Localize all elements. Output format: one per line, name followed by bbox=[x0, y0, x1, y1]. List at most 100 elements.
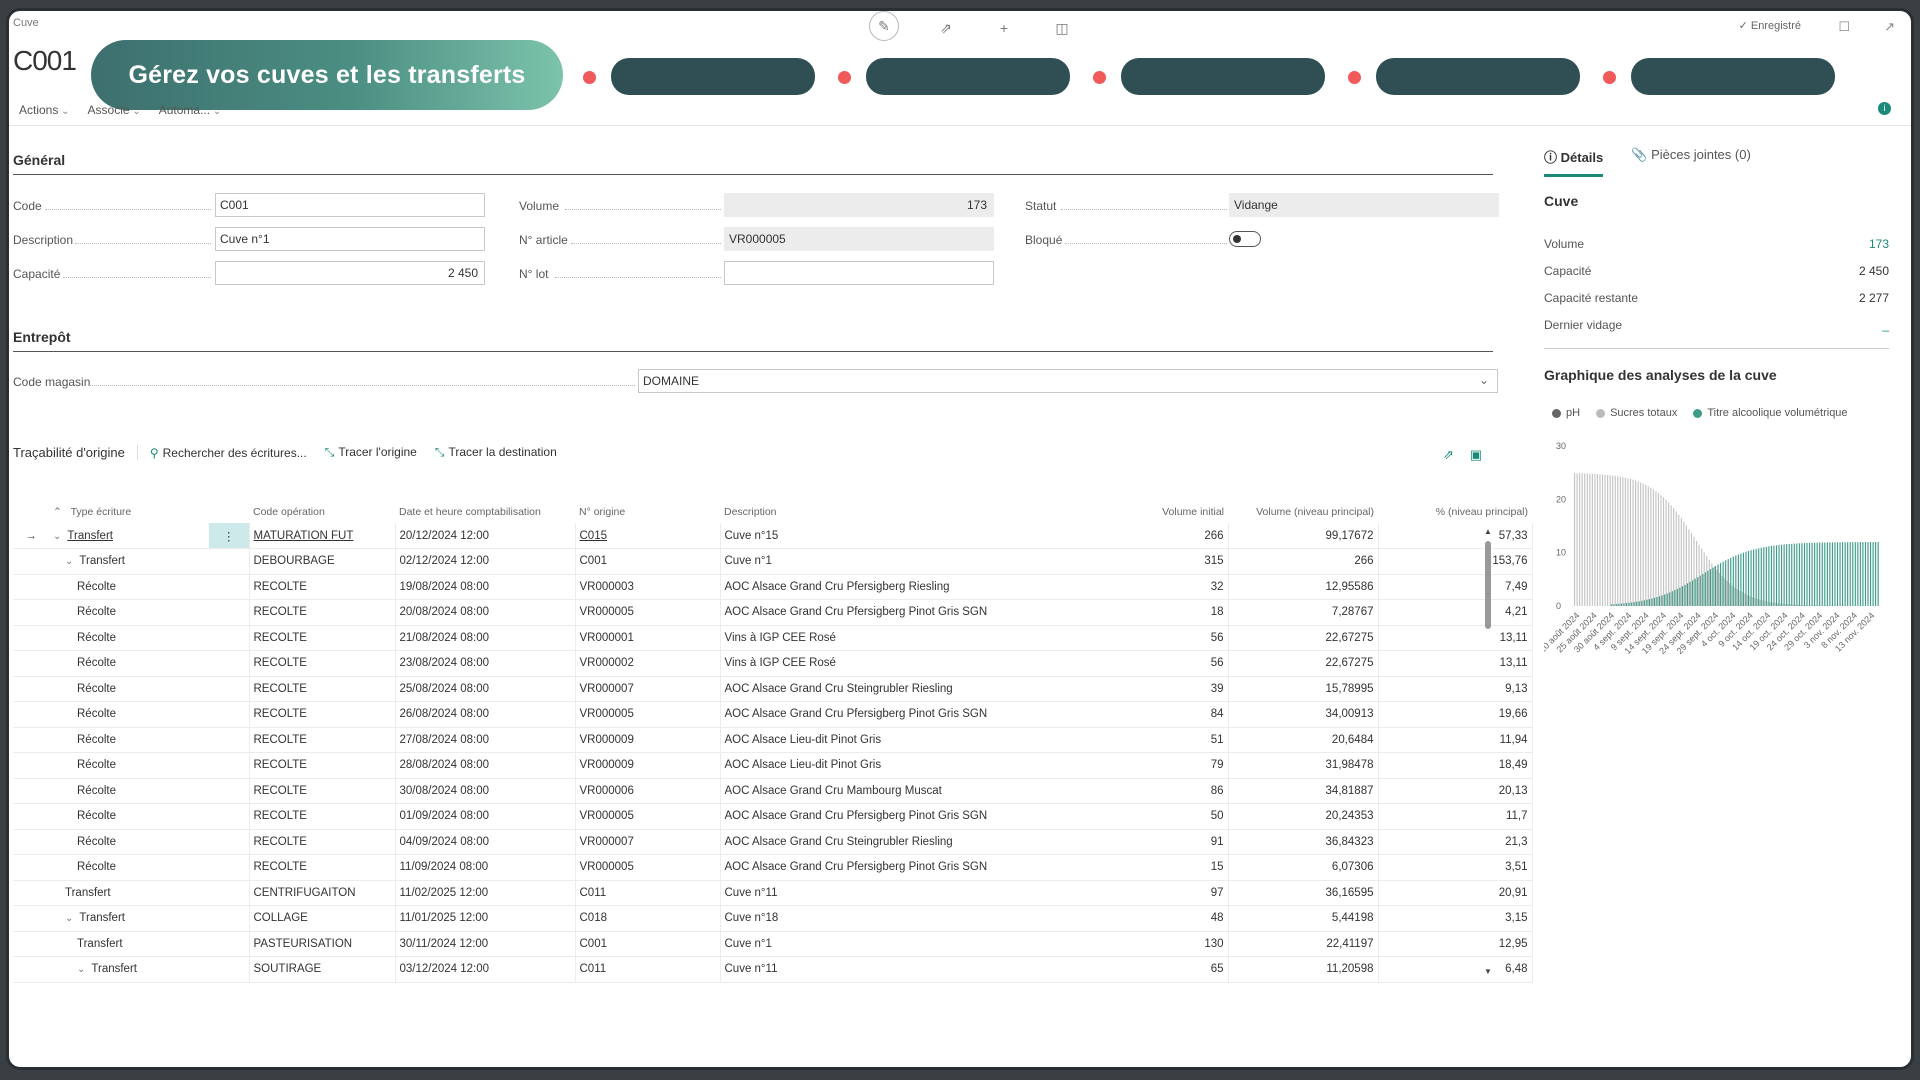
table-row[interactable]: Récolte RECOLTE 28/08/2024 08:00 VR000009 AO… bbox=[13, 752, 1533, 779]
table-row[interactable]: Récolte RECOLTE 30/08/2024 08:00 VR000006 AO… bbox=[13, 778, 1533, 804]
sugar-bar bbox=[1673, 508, 1675, 606]
cell-type[interactable]: Récolte bbox=[49, 752, 209, 779]
scroll-up-icon[interactable]: ▲ bbox=[1484, 527, 1492, 536]
table-row[interactable]: Récolte RECOLTE 01/09/2024 08:00 VR000005 AO… bbox=[13, 803, 1533, 830]
cell-spacer bbox=[209, 548, 249, 575]
cell-origin: VR000001 bbox=[574, 625, 720, 651]
table-row[interactable]: Récolte RECOLTE 19/08/2024 08:00 VR000003 AO… bbox=[13, 574, 1533, 600]
trace-destination-button[interactable]: ⤡ Tracer la destination bbox=[435, 445, 557, 460]
cell-type[interactable]: Transfert bbox=[49, 931, 209, 957]
column-header[interactable]: N° origine bbox=[575, 501, 720, 523]
tab-attachments[interactable]: 📎 Pièces jointes (0) bbox=[1631, 147, 1751, 177]
column-header[interactable]: Code opération bbox=[249, 501, 395, 523]
cell-type[interactable]: Récolte bbox=[49, 701, 209, 728]
expand-icon[interactable]: ▣ bbox=[1470, 447, 1482, 463]
cell-type[interactable]: Récolte bbox=[49, 676, 209, 702]
chevron-down-icon[interactable]: ⌄ bbox=[53, 531, 61, 542]
legend-item[interactable]: Sucres totaux bbox=[1596, 407, 1677, 419]
cell-origin[interactable]: C015 bbox=[574, 523, 720, 549]
cell-type[interactable]: ⌄ Transfert bbox=[49, 548, 209, 575]
cell-type[interactable]: Récolte bbox=[49, 599, 209, 626]
column-header[interactable]: Volume initial bbox=[1088, 501, 1228, 523]
collapse-icon[interactable]: ↗ bbox=[1884, 19, 1895, 35]
scrollbar-thumb[interactable] bbox=[1485, 541, 1491, 629]
cell-type[interactable]: Récolte bbox=[49, 854, 209, 881]
code-field[interactable]: C001 bbox=[215, 193, 485, 217]
table-row[interactable]: Transfert PASTEURISATION 30/11/2024 12:00 C… bbox=[13, 931, 1533, 957]
table-row[interactable]: ⌄ Transfert SOUTIRAGE 03/12/2024 12:00 C011 C… bbox=[13, 956, 1533, 983]
automate-menu[interactable]: Automa... bbox=[159, 103, 222, 117]
table-row[interactable]: Récolte RECOLTE 23/08/2024 08:00 VR000002 Vi… bbox=[13, 650, 1533, 677]
cell-type[interactable]: Récolte bbox=[49, 829, 209, 855]
capacite-field[interactable]: 2 450 bbox=[215, 261, 485, 285]
table-row[interactable]: → ⌄ Transfert ⋮ MATURATION FUT 20/12/2024 12:… bbox=[13, 523, 1533, 549]
scroll-down-icon[interactable]: ▼ bbox=[1484, 967, 1492, 976]
fact-value[interactable]: 173 bbox=[1869, 237, 1889, 251]
fact-value[interactable]: _ bbox=[1882, 318, 1889, 332]
abv-bar bbox=[1643, 600, 1645, 606]
table-row[interactable]: Récolte RECOLTE 11/09/2024 08:00 VR000005 AO… bbox=[13, 854, 1533, 881]
add-icon[interactable]: + bbox=[993, 17, 1015, 39]
cell-volume: 266 bbox=[1228, 548, 1379, 575]
sugar-bar bbox=[1706, 556, 1708, 606]
table-row[interactable]: Récolte RECOLTE 04/09/2024 08:00 VR000007 AO… bbox=[13, 829, 1533, 855]
cell-type[interactable]: ⌄ Transfert bbox=[49, 905, 209, 932]
cell-type[interactable]: ⌄ Transfert bbox=[49, 956, 209, 983]
cell-volume: 31,98478 bbox=[1228, 752, 1379, 779]
code-magasin-select[interactable]: DOMAINE ⌄ bbox=[638, 369, 1498, 393]
table-row[interactable]: ⌄ Transfert DEBOURBAGE 02/12/2024 12:00 C001… bbox=[13, 548, 1533, 575]
legend-item[interactable]: pH bbox=[1552, 407, 1580, 419]
associe-menu[interactable]: Associé bbox=[88, 103, 141, 117]
cell-type[interactable]: Récolte bbox=[49, 727, 209, 753]
info-icon[interactable]: i bbox=[1878, 102, 1891, 115]
edit-icon[interactable]: ✎ bbox=[869, 11, 899, 41]
description-field[interactable]: Cuve n°1 bbox=[215, 227, 485, 251]
table-row[interactable]: ⌄ Transfert COLLAGE 11/01/2025 12:00 C018 Cuv… bbox=[13, 905, 1533, 932]
section-entrepot-title[interactable]: Entrepôt bbox=[13, 329, 71, 345]
cell-origin: VR000007 bbox=[574, 829, 720, 855]
section-general-title[interactable]: Général bbox=[13, 152, 65, 168]
actions-menu[interactable]: Actions bbox=[19, 103, 70, 117]
field-label-code-magasin: Code magasin bbox=[13, 375, 91, 389]
cell-percent: 13,11 bbox=[1378, 650, 1533, 677]
cell-type[interactable]: Récolte bbox=[49, 625, 209, 651]
column-header[interactable]: Volume (niveau principal) bbox=[1228, 501, 1378, 523]
delete-icon[interactable]: ◫ bbox=[1051, 17, 1073, 39]
cell-type[interactable]: Transfert bbox=[49, 880, 209, 906]
sugar-bar bbox=[1680, 518, 1682, 606]
share-icon[interactable]: ⇗ bbox=[935, 17, 957, 39]
table-row[interactable]: Récolte RECOLTE 26/08/2024 08:00 VR000005 AO… bbox=[13, 701, 1533, 728]
legend-item[interactable]: Titre alcoolique volumétrique bbox=[1693, 407, 1848, 419]
table-row[interactable]: Récolte RECOLTE 25/08/2024 08:00 VR000007 AO… bbox=[13, 676, 1533, 702]
share-icon[interactable]: ⇗ bbox=[1443, 447, 1454, 463]
column-header[interactable]: Date et heure comptabilisation bbox=[395, 501, 575, 523]
collapse-all-icon[interactable]: ⌃ bbox=[53, 506, 62, 518]
tab-details[interactable]: ⓘ Détails bbox=[1544, 147, 1604, 177]
cell-type[interactable]: Récolte bbox=[49, 803, 209, 830]
search-entries-button[interactable]: ⚲ Rechercher des écritures... bbox=[150, 446, 307, 460]
column-header[interactable]: ⌃ Type écriture bbox=[49, 501, 209, 523]
chevron-down-icon[interactable]: ⌄ bbox=[65, 556, 73, 567]
abv-bar bbox=[1692, 580, 1694, 606]
bloque-toggle[interactable] bbox=[1229, 231, 1261, 247]
cell-type[interactable]: ⌄ Transfert bbox=[49, 523, 209, 549]
open-new-window-icon[interactable]: ☐ bbox=[1838, 19, 1850, 35]
cell-type[interactable]: Récolte bbox=[49, 650, 209, 677]
table-row[interactable]: Récolte RECOLTE 21/08/2024 08:00 VR000001 Vi… bbox=[13, 625, 1533, 651]
column-header[interactable]: % (niveau principal) bbox=[1378, 501, 1532, 523]
cuve-factbox-title[interactable]: Cuve bbox=[1544, 193, 1578, 209]
cell-type[interactable]: Récolte bbox=[49, 574, 209, 600]
table-row[interactable]: Récolte RECOLTE 27/08/2024 08:00 VR000009 AO… bbox=[13, 727, 1533, 753]
cell-operation[interactable]: MATURATION FUT bbox=[248, 523, 395, 549]
cell-type[interactable]: Récolte bbox=[49, 778, 209, 804]
table-row[interactable]: Transfert CENTRIFUGAITON 11/02/2025 12:00 C… bbox=[13, 880, 1533, 906]
trace-origin-button[interactable]: ⤡ Tracer l'origine bbox=[325, 445, 417, 460]
column-header[interactable]: Description bbox=[720, 501, 1088, 523]
lot-field[interactable] bbox=[724, 261, 994, 285]
traceability-title[interactable]: Traçabilité d'origine bbox=[13, 445, 138, 460]
row-menu-icon[interactable]: ⋮ bbox=[209, 523, 249, 549]
table-scrollbar[interactable]: ▲ ▼ bbox=[1484, 527, 1492, 977]
table-row[interactable]: Récolte RECOLTE 20/08/2024 08:00 VR000005 AO… bbox=[13, 599, 1533, 626]
chevron-down-icon[interactable]: ⌄ bbox=[77, 964, 85, 975]
chevron-down-icon[interactable]: ⌄ bbox=[65, 913, 73, 924]
